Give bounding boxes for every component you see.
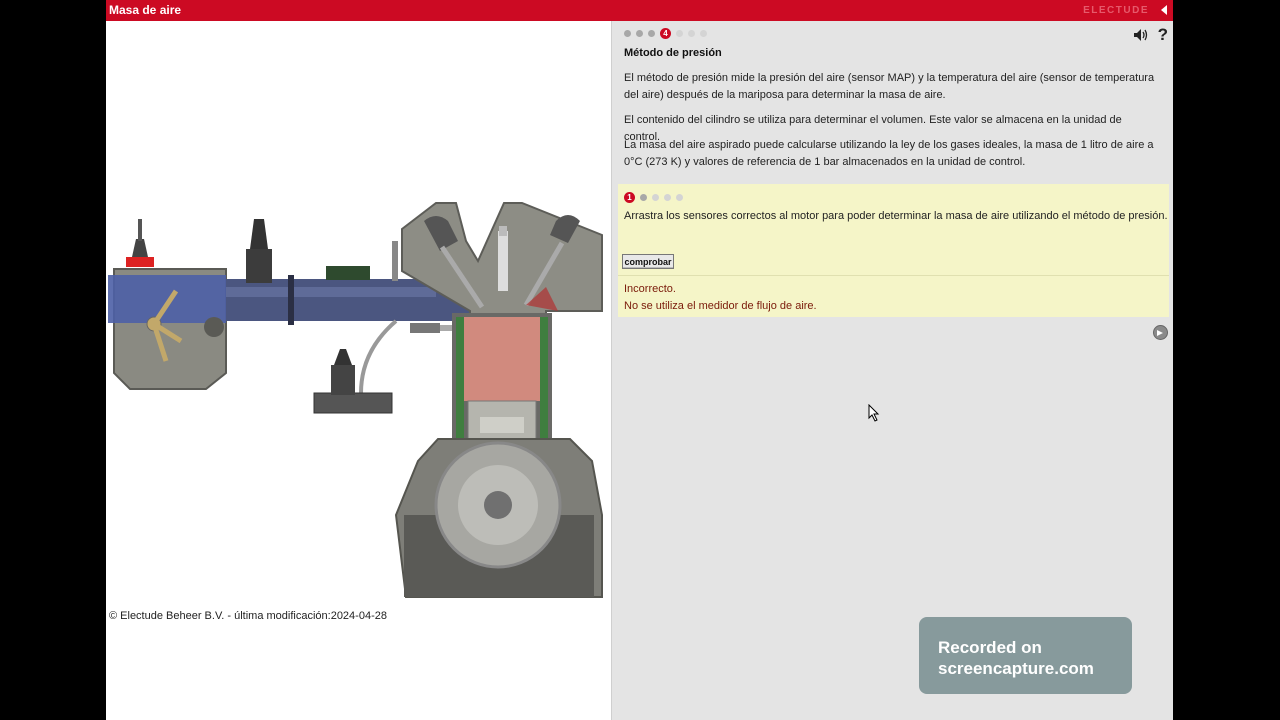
top-bar: Masa de aire ELECTUDE (106, 0, 1173, 21)
brand-logo: ELECTUDE (1083, 5, 1149, 16)
step-indicator: 4 (624, 28, 707, 39)
app-window: Masa de aire ELECTUDE © Electude Beheer … (106, 0, 1173, 720)
page-title: Masa de aire (109, 3, 182, 17)
air-filter-housing (108, 268, 227, 390)
air-flow-sensor (126, 219, 154, 267)
task-instruction: Arrastra los sensores correctos al motor… (624, 210, 1168, 222)
step-dot-current: 4 (660, 28, 671, 39)
task-step-dot (652, 194, 659, 201)
section-title: Método de presión (624, 47, 722, 59)
mouse-cursor-icon (868, 404, 880, 422)
task-step-indicator: 1 (624, 192, 683, 203)
feedback-title: Incorrecto. (624, 283, 676, 295)
step-dot[interactable] (676, 30, 683, 37)
back-arrow-icon[interactable] (1161, 5, 1167, 15)
task-panel: 1 Arrastra los sensores correctos al mot… (618, 184, 1169, 317)
watermark-line: screencapture.com (938, 659, 1094, 678)
recording-watermark: Recorded on screencapture.com (919, 617, 1132, 694)
paragraph: La masa del aire aspirado puede calcular… (624, 139, 1154, 168)
engine-diagram (108, 202, 603, 598)
task-step-dot (676, 194, 683, 201)
divider (618, 275, 1169, 276)
sound-icon[interactable] (1134, 29, 1148, 41)
crankcase (394, 438, 603, 598)
step-dot[interactable] (648, 30, 655, 37)
watermark-line: Recorded on (938, 638, 1042, 657)
instruction-pane: 4 ? Método de presión El método de presi… (611, 21, 1173, 720)
step-dot[interactable] (700, 30, 707, 37)
task-step-dot (664, 194, 671, 201)
step-dot[interactable] (624, 30, 631, 37)
paragraph: El método de presión mide la presión del… (624, 72, 1155, 101)
feedback-detail: No se utiliza el medidor de flujo de air… (624, 300, 817, 312)
throttle-sensor (246, 219, 398, 283)
next-arrow-icon[interactable] (1153, 325, 1168, 340)
task-step-dot (640, 194, 647, 201)
map-sensor (313, 319, 398, 414)
step-dot[interactable] (636, 30, 643, 37)
step-dot[interactable] (688, 30, 695, 37)
help-icon[interactable]: ? (1158, 25, 1168, 45)
copyright-text: © Electude Beheer B.V. - última modifica… (109, 610, 387, 622)
check-button[interactable]: comprobar (622, 254, 674, 269)
task-step-current: 1 (624, 192, 635, 203)
injector (410, 323, 454, 333)
engine-illustration-pane: © Electude Beheer B.V. - última modifica… (106, 21, 611, 720)
